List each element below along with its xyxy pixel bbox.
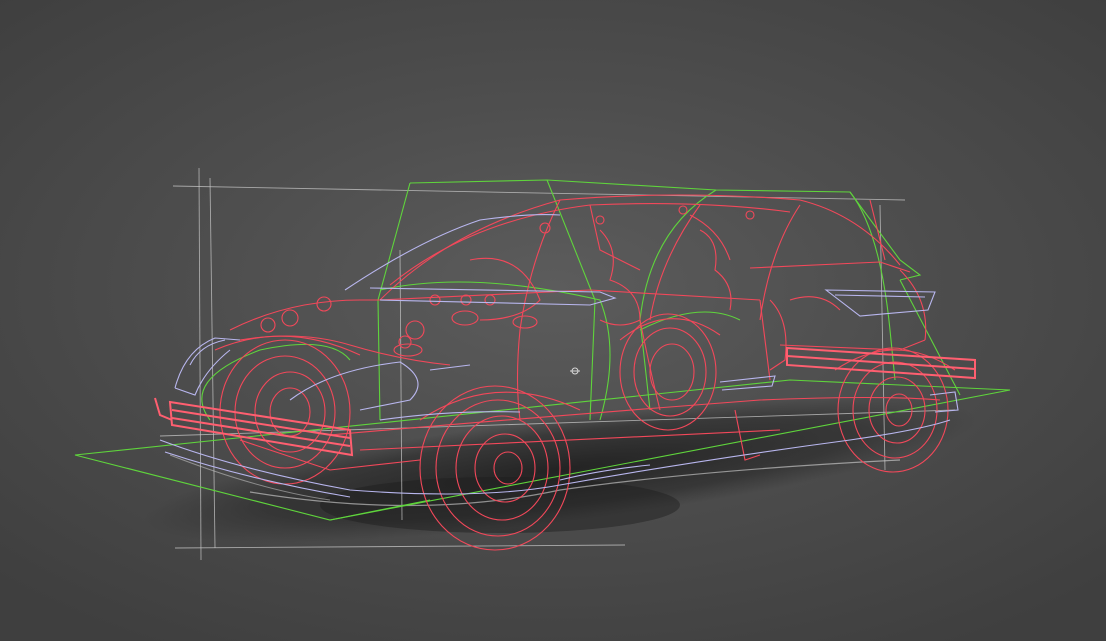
3d-viewport[interactable] bbox=[0, 0, 1106, 641]
car-wireframe-scene bbox=[74, 167, 1011, 561]
pivot-gizmo-icon[interactable] bbox=[570, 367, 580, 375]
